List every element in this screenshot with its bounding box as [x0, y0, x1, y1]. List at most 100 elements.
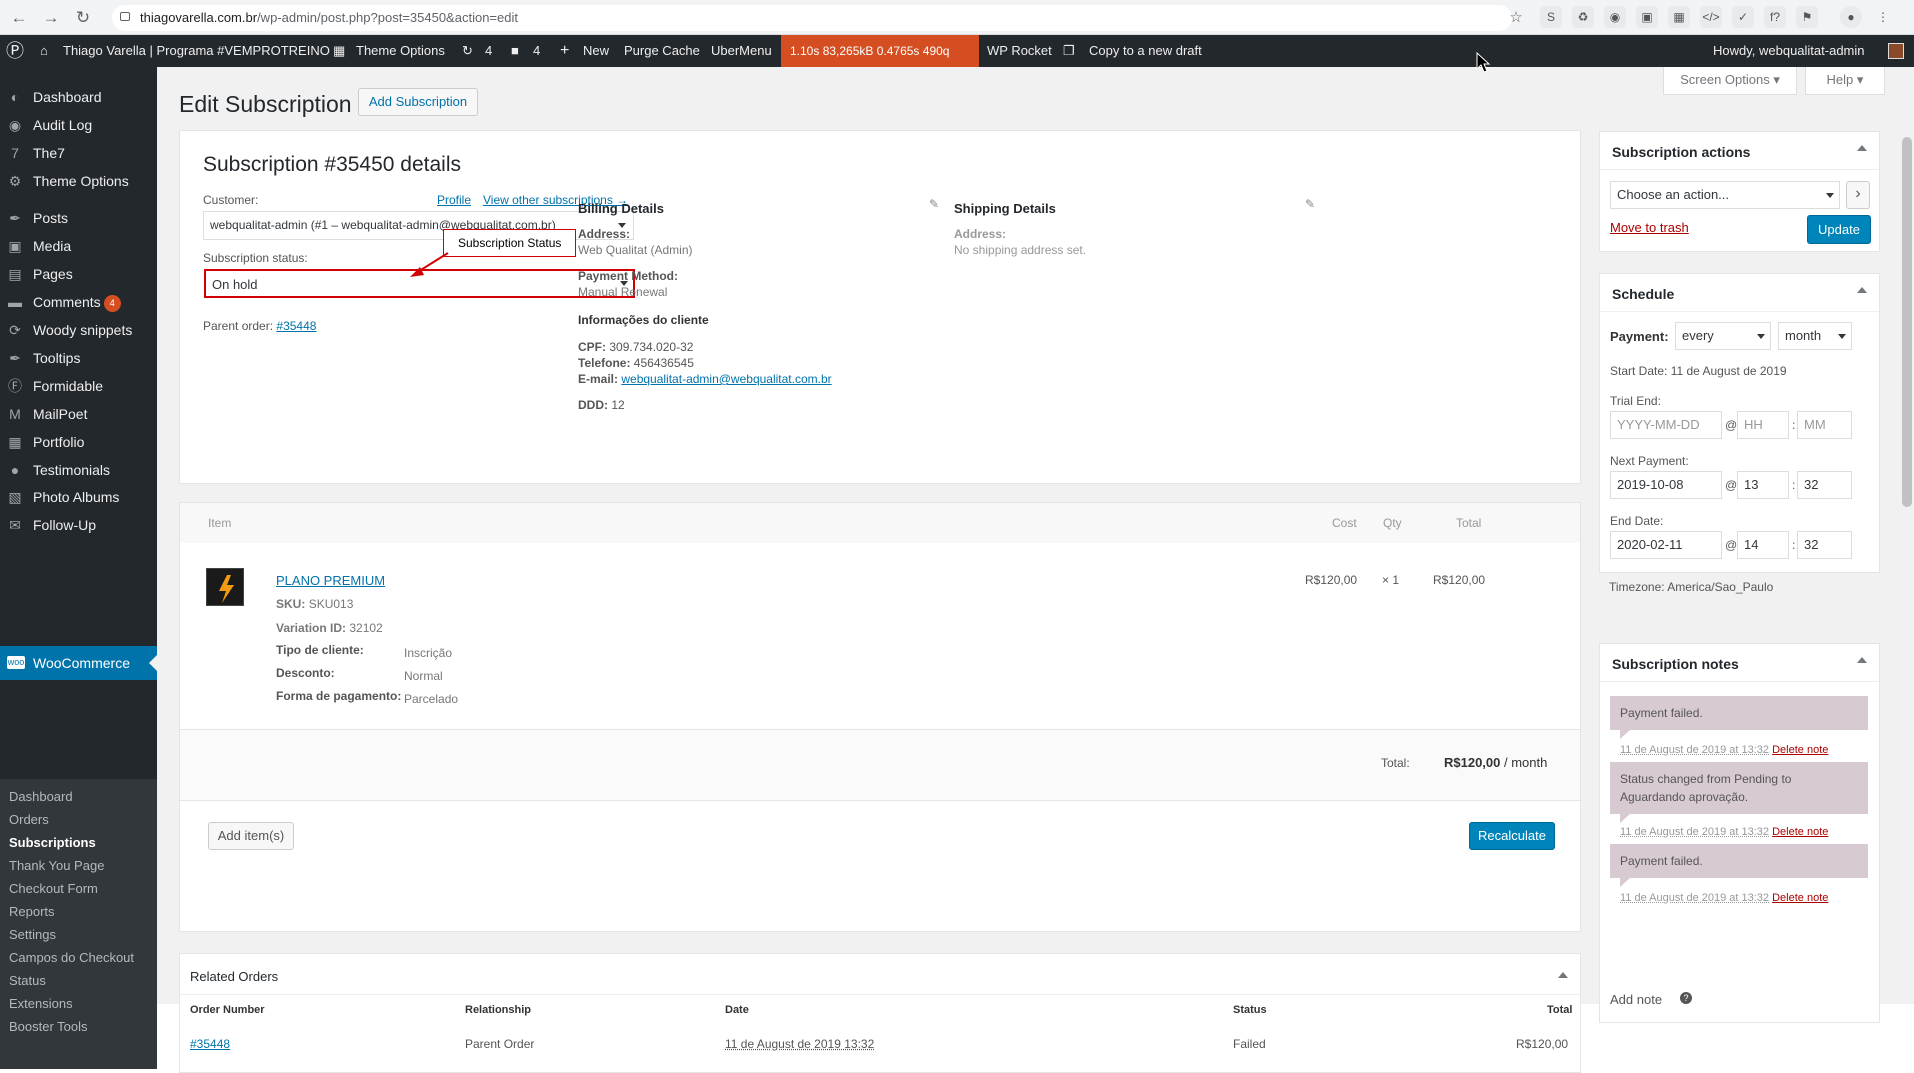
howdy-link[interactable]: Howdy, webqualitat-admin — [1713, 35, 1865, 67]
items-header-item: Item — [208, 516, 232, 530]
submenu-item-campos-do-checkout[interactable]: Campos do Checkout — [9, 950, 134, 965]
extension-icon[interactable]: ♻ — [1572, 6, 1594, 28]
ubermenu-link[interactable]: UberMenu — [711, 35, 772, 67]
edit-pencil-icon[interactable]: ✎ — [929, 197, 939, 211]
collapse-icon[interactable] — [1558, 972, 1568, 978]
edit-pencil-icon[interactable]: ✎ — [1305, 197, 1315, 211]
parent-order-link[interactable]: #35448 — [276, 319, 316, 333]
star-icon[interactable]: ☆ — [1505, 7, 1527, 29]
callout-arrow-icon — [410, 252, 449, 277]
next-payment-minute-input[interactable]: 32 — [1797, 471, 1852, 499]
submenu-item-status[interactable]: Status — [9, 973, 46, 988]
new-link[interactable]: New — [583, 35, 609, 67]
next-payment-label: Next Payment: — [1610, 454, 1689, 468]
end-date-input[interactable]: 2020-02-11 — [1610, 531, 1722, 559]
profile-icon[interactable]: ● — [1840, 6, 1862, 28]
update-button[interactable]: Update — [1807, 215, 1871, 244]
trial-end-label: Trial End: — [1610, 394, 1661, 408]
the7-icon: 7 — [11, 145, 19, 161]
purge-cache-link[interactable]: Purge Cache — [624, 35, 700, 67]
end-minute-input[interactable]: 32 — [1797, 531, 1852, 559]
order-items-panel: Item Cost Qty Total PLANO PREMIUM SKU: S… — [179, 502, 1581, 932]
page-scrollbar[interactable] — [1900, 67, 1914, 1004]
forward-icon[interactable]: → — [40, 7, 62, 29]
trial-date-input[interactable]: YYYY-MM-DD — [1610, 411, 1722, 439]
submenu-item-reports[interactable]: Reports — [9, 904, 55, 919]
action-select[interactable]: Choose an action... — [1610, 181, 1840, 209]
sidebar-item-woocommerce[interactable]: woo WooCommerce — [0, 646, 157, 680]
help-button[interactable]: Help ▾ — [1805, 67, 1885, 95]
delete-note-link[interactable]: Delete note — [1772, 744, 1828, 756]
meta-value: Normal — [404, 669, 443, 683]
submenu-item-settings[interactable]: Settings — [9, 927, 56, 942]
move-to-trash-link[interactable]: Move to trash — [1610, 220, 1689, 235]
end-hour-input[interactable]: 14 — [1737, 531, 1789, 559]
screen-options-button[interactable]: Screen Options ▾ — [1663, 67, 1797, 95]
wordpress-icon[interactable]: Ⓟ — [6, 35, 24, 67]
delete-note-link[interactable]: Delete note — [1772, 826, 1828, 838]
page-title: Edit Subscription — [179, 91, 352, 117]
back-icon[interactable]: ← — [8, 7, 30, 29]
theme-options-link[interactable]: Theme Options — [356, 35, 445, 67]
profile-link[interactable]: Profile — [437, 193, 471, 207]
admin-sidebar: woo WooCommerce Dashboard Orders Subscript… — [0, 67, 157, 1069]
extension-icon[interactable]: </> — [1700, 6, 1722, 28]
wp-rocket-link[interactable]: WP Rocket — [987, 35, 1052, 67]
note-meta: 11 de August de 2019 at 13:32 Delete not… — [1620, 892, 1828, 904]
comment-count-badge: 4 — [103, 295, 121, 312]
email-link[interactable]: webqualitat-admin@webqualitat.com.br — [621, 372, 831, 386]
related-order-link[interactable]: #35448 — [190, 1037, 230, 1051]
pages-icon: ▤ — [8, 266, 22, 282]
extension-icon[interactable]: ◉ — [1604, 6, 1626, 28]
client-info-heading: Informações do cliente — [578, 313, 709, 327]
billing-heading: Billing Details — [578, 201, 664, 216]
delete-note-link[interactable]: Delete note — [1772, 892, 1828, 904]
collapse-icon[interactable] — [1857, 145, 1867, 151]
updates-count[interactable]: 4 — [485, 35, 492, 67]
sidebar-item-label: WooCommerce — [33, 655, 130, 671]
portfolio-icon: ▦ — [8, 434, 22, 450]
extension-icon[interactable]: S — [1540, 6, 1562, 28]
at-sign: @ — [1725, 418, 1738, 432]
note-meta: 11 de August de 2019 at 13:32 Delete not… — [1620, 826, 1828, 838]
add-subscription-button[interactable]: Add Subscription — [358, 88, 478, 116]
trial-minute-input[interactable]: MM — [1797, 411, 1852, 439]
extension-icon[interactable]: f? — [1764, 6, 1786, 28]
submenu-item-subscriptions[interactable]: Subscriptions — [9, 835, 96, 850]
next-payment-date-input[interactable]: 2019-10-08 — [1610, 471, 1722, 499]
extension-icon[interactable]: ✓ — [1732, 6, 1754, 28]
submenu-item-thank-you-page[interactable]: Thank You Page — [9, 858, 104, 873]
submenu-item-dashboard[interactable]: Dashboard — [9, 789, 73, 804]
add-items-button[interactable]: Add item(s) — [208, 822, 294, 850]
address-bar[interactable]: thiagovarella.com.br/wp-admin/post.php?p… — [112, 5, 1512, 31]
submenu-item-checkout-form[interactable]: Checkout Form — [9, 881, 98, 896]
note-item: Payment failed. — [1610, 696, 1868, 739]
total-amount: R$120,00 — [1444, 755, 1501, 770]
submenu-item-orders[interactable]: Orders — [9, 812, 49, 827]
next-payment-hour-input[interactable]: 13 — [1737, 471, 1789, 499]
help-icon[interactable]: ? — [1680, 992, 1692, 1004]
collapse-icon[interactable] — [1857, 287, 1867, 293]
site-name-link[interactable]: Thiago Varella | Programa #VEMPROTREINO — [63, 35, 330, 67]
menu-icon[interactable]: ⋮ — [1872, 6, 1894, 28]
apply-action-button[interactable]: › — [1846, 181, 1870, 209]
product-link[interactable]: PLANO PREMIUM — [276, 573, 385, 588]
submenu-item-booster-tools[interactable]: Booster Tools — [9, 1019, 88, 1034]
items-header-total: Total — [1456, 516, 1482, 530]
reload-icon[interactable]: ↻ — [72, 7, 94, 29]
performance-stats[interactable]: 1.10s 83,265kB 0.4765s 490q — [781, 35, 979, 67]
sidebar-item-theme-options[interactable]: ⚙ Theme Options — [0, 164, 157, 198]
extension-icon[interactable]: ▣ — [1636, 6, 1658, 28]
shipping-heading: Shipping Details — [954, 201, 1056, 216]
recalculate-button[interactable]: Recalculate — [1469, 822, 1555, 850]
avatar[interactable] — [1888, 43, 1904, 59]
comments-count[interactable]: 4 — [533, 35, 540, 67]
copy-draft-link[interactable]: Copy to a new draft — [1089, 35, 1202, 67]
sidebar-item-follow-up[interactable]: ✉ Follow-Up — [0, 508, 157, 542]
extension-icon[interactable]: ⚑ — [1796, 6, 1818, 28]
total-label: Total: — [1381, 756, 1410, 770]
extension-icon[interactable]: ▦ — [1668, 6, 1690, 28]
trial-hour-input[interactable]: HH — [1737, 411, 1789, 439]
collapse-icon[interactable] — [1857, 657, 1867, 663]
scrollbar-thumb[interactable] — [1902, 137, 1912, 507]
